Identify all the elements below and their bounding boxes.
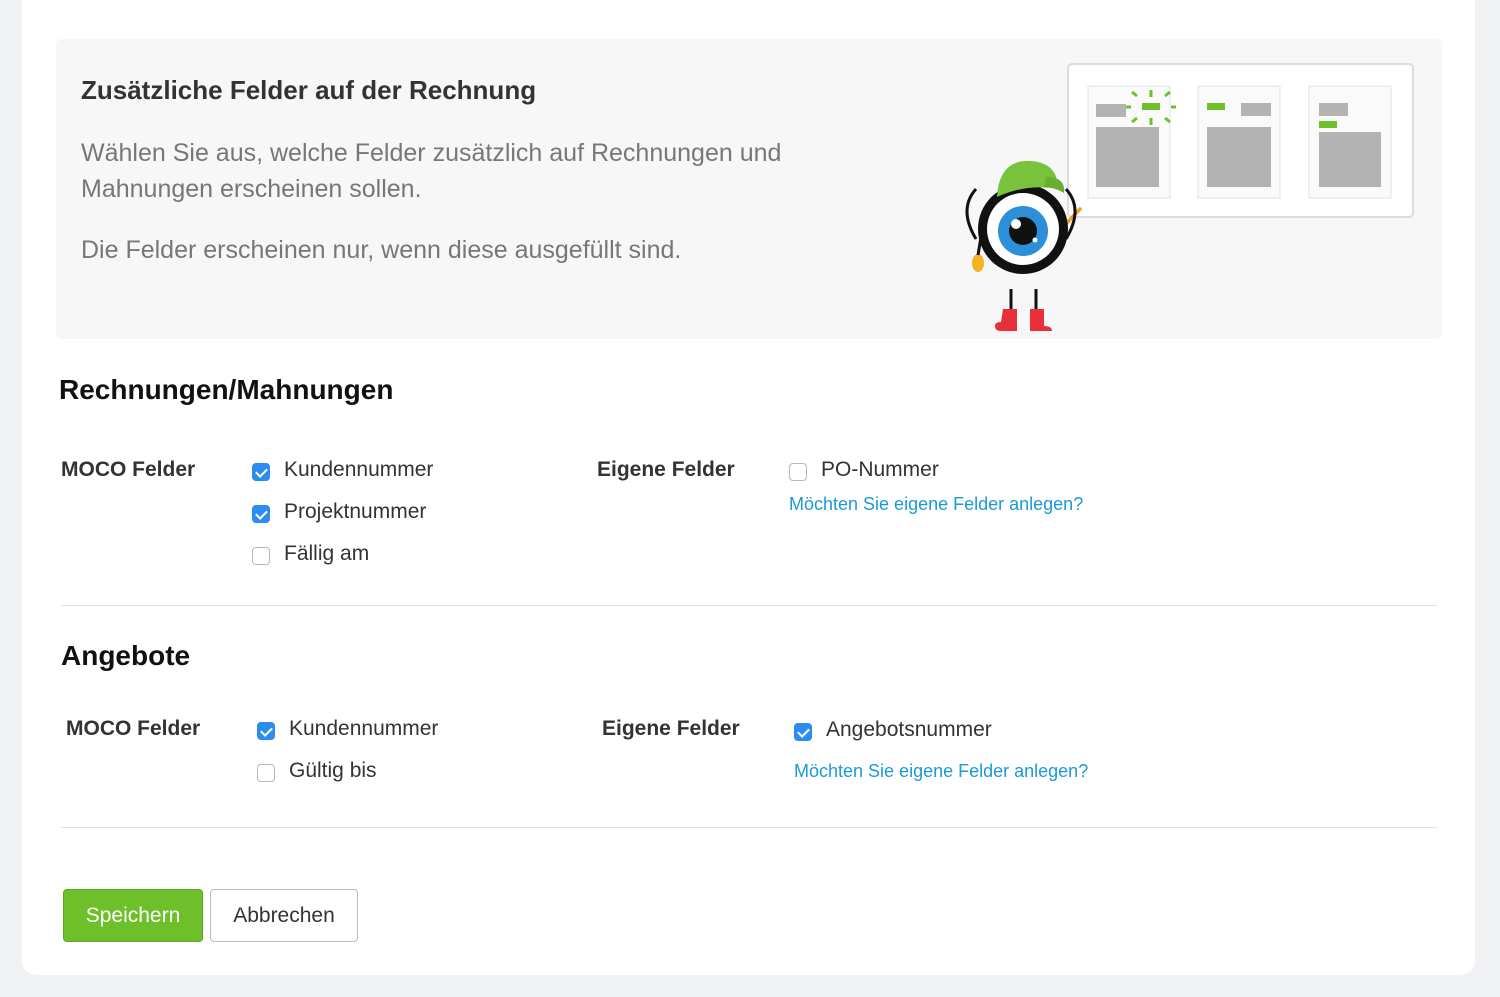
section-divider <box>61 827 1437 828</box>
invoices-checkbox-projektnummer[interactable]: Projektnummer <box>252 497 426 527</box>
checkbox-checked[interactable] <box>794 723 812 741</box>
checkbox-unchecked[interactable] <box>257 764 275 782</box>
offers-create-custom-fields-link[interactable]: Möchten Sie eigene Felder anlegen? <box>794 761 1088 782</box>
checkbox-unchecked[interactable] <box>252 547 270 565</box>
checkbox-label: Projektnummer <box>284 500 427 523</box>
intro-box: Zusätzliche Felder auf der Rechnung Wähl… <box>56 39 1442 339</box>
cancel-button[interactable]: Abbrechen <box>210 889 358 942</box>
invoices-checkbox-po-nummer[interactable]: PO-Nummer <box>789 455 939 485</box>
checkbox-label: Kundennummer <box>289 717 439 740</box>
checkbox-label: PO-Nummer <box>821 458 939 481</box>
checkbox-unchecked[interactable] <box>789 463 807 481</box>
offers-checkbox-angebotsnummer[interactable]: Angebotsnummer <box>794 715 992 745</box>
offers-checkbox-kundennummer[interactable]: Kundennummer <box>257 714 438 744</box>
offers-custom-label: Eigene Felder <box>602 717 740 740</box>
mascot-illustration <box>965 63 1414 331</box>
invoices-custom-label: Eigene Felder <box>597 458 735 481</box>
invoices-checkbox-kundennummer[interactable]: Kundennummer <box>252 455 433 485</box>
offers-section-title: Angebote <box>61 640 191 671</box>
checkbox-label: Fällig am <box>284 542 370 565</box>
checkbox-checked[interactable] <box>252 463 270 481</box>
checkbox-label: Angebotsnummer <box>826 718 992 741</box>
checkbox-checked[interactable] <box>252 505 270 523</box>
offers-moco-label: MOCO Felder <box>66 717 201 740</box>
invoices-moco-label: MOCO Felder <box>61 458 196 481</box>
offers-checkbox-gueltig-bis[interactable]: Gültig bis <box>257 756 377 786</box>
checkbox-label: Gültig bis <box>289 759 377 782</box>
save-button[interactable]: Speichern <box>63 889 203 942</box>
section-divider <box>61 605 1437 606</box>
checkbox-label: Kundennummer <box>284 458 434 481</box>
invoices-checkbox-faellig-am[interactable]: Fällig am <box>252 539 369 569</box>
intro-title: Zusätzliche Felder auf der Rechnung <box>81 75 537 105</box>
intro-text: Wählen Sie aus, welche Felder zusätzlich… <box>81 139 782 203</box>
eye-mascot <box>965 160 1077 331</box>
intro-note: Die Felder erscheinen nur, wenn diese au… <box>81 236 682 264</box>
invoices-section-title: Rechnungen/Mahnungen <box>59 374 394 405</box>
checkbox-checked[interactable] <box>257 722 275 740</box>
invoices-create-custom-fields-link[interactable]: Möchten Sie eigene Felder anlegen? <box>789 494 1083 515</box>
